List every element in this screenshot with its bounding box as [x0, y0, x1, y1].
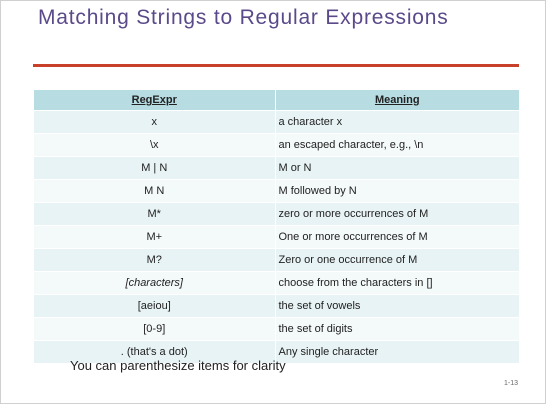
slide-title: Matching Strings to Regular Expressions — [38, 6, 449, 29]
meaning-cell: M followed by N — [275, 179, 519, 203]
table-row: [0-9] the set of digits — [34, 317, 519, 341]
table-row: M? Zero or one occurrence of M — [34, 248, 519, 272]
meaning-cell: One or more occurrences of M — [275, 225, 519, 249]
regex-table: RegExpr Meaning x a character x \x an es… — [34, 90, 519, 364]
meaning-cell: the set of vowels — [275, 294, 519, 318]
regex-cell: M? — [34, 248, 276, 272]
meaning-cell: Any single character — [275, 340, 519, 364]
regex-cell: [aeiou] — [34, 294, 276, 318]
clarity-note: You can parenthesize items for clarity — [70, 358, 286, 373]
meaning-cell: choose from the characters in [] — [275, 271, 519, 295]
regex-cell: M* — [34, 202, 276, 226]
column-header-regexpr: RegExpr — [34, 90, 276, 111]
meaning-cell: an escaped character, e.g., \n — [275, 133, 519, 157]
table-row: M+ One or more occurrences of M — [34, 225, 519, 249]
table-row: x a character x — [34, 110, 519, 134]
regex-cell: M | N — [34, 156, 276, 180]
column-header-meaning: Meaning — [275, 90, 519, 111]
table-row: M N M followed by N — [34, 179, 519, 203]
meaning-cell: Zero or one occurrence of M — [275, 248, 519, 272]
regex-cell: M+ — [34, 225, 276, 249]
meaning-cell: the set of digits — [275, 317, 519, 341]
table-row: M* zero or more occurrences of M — [34, 202, 519, 226]
regex-cell: M N — [34, 179, 276, 203]
table-row: M | N M or N — [34, 156, 519, 180]
meaning-cell: M or N — [275, 156, 519, 180]
page-number: 1-13 — [503, 380, 518, 387]
meaning-cell: zero or more occurrences of M — [275, 202, 519, 226]
table-row: [aeiou] the set of vowels — [34, 294, 519, 318]
table-row: [characters] choose from the characters … — [34, 271, 519, 295]
meaning-cell: a character x — [275, 110, 519, 134]
regex-cell: x — [34, 110, 276, 134]
regex-cell: [0-9] — [34, 317, 276, 341]
table-header-row: RegExpr Meaning — [34, 90, 519, 111]
title-divider — [33, 64, 519, 67]
regex-cell: \x — [34, 133, 276, 157]
table-row: \x an escaped character, e.g., \n — [34, 133, 519, 157]
regex-cell: [characters] — [34, 271, 276, 295]
